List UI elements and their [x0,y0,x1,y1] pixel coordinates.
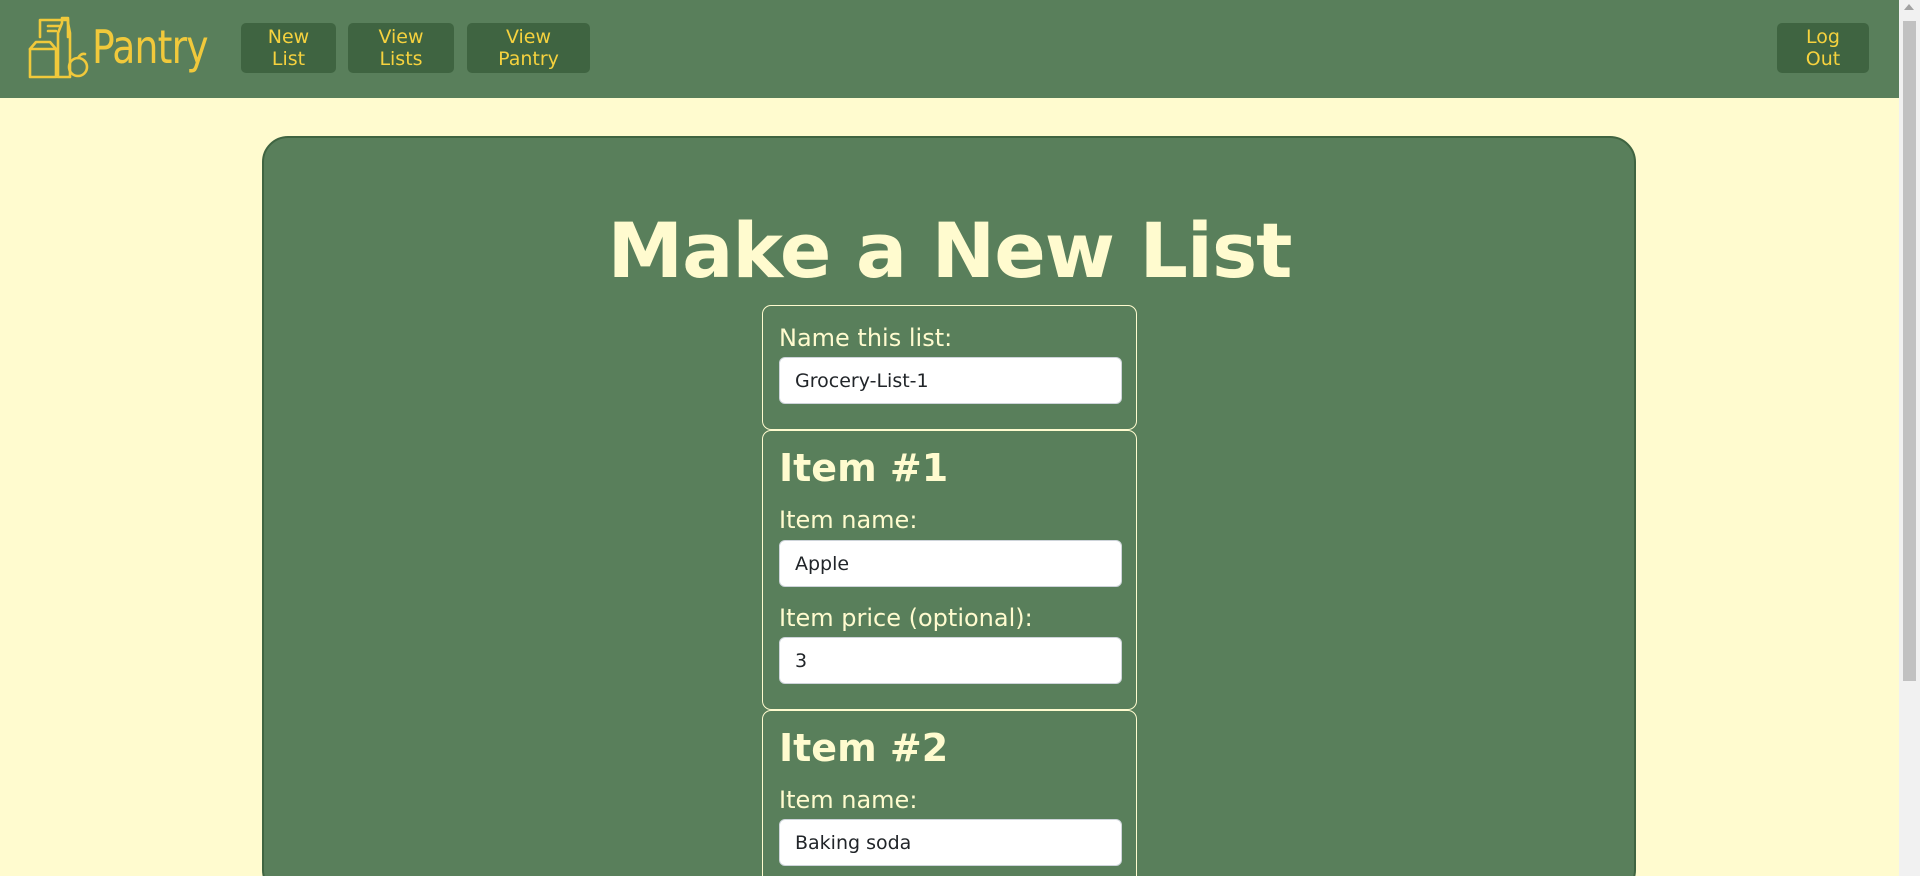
page: Pantry New List View Lists View Pantry L… [0,0,1920,876]
item-heading: Item #1 [779,446,949,490]
item-price-label: Item price (optional): [779,604,1033,632]
item-price-input[interactable] [779,637,1122,684]
top-navbar: Pantry New List View Lists View Pantry L… [0,0,1899,98]
new-list-link[interactable]: New List [241,23,336,73]
vertical-scrollbar[interactable] [1899,0,1920,876]
item-fieldset: Item #2 Item name: [762,710,1137,876]
item-heading: Item #2 [779,726,949,770]
item-name-input[interactable] [779,540,1122,587]
brand-name: Pantry [92,20,209,74]
pantry-groceries-icon [28,16,89,79]
view-pantry-link[interactable]: View Pantry [467,23,590,73]
view-lists-link[interactable]: View Lists [348,23,454,73]
item-fieldset: Item #1 Item name: Item price (optional)… [762,430,1137,710]
list-name-fieldset: Name this list: [762,305,1137,430]
scrollbar-thumb[interactable] [1903,21,1916,681]
log-out-button[interactable]: Log Out [1777,23,1869,73]
list-name-input[interactable] [779,357,1122,404]
item-name-label: Item name: [779,506,918,534]
item-name-input[interactable] [779,819,1122,866]
item-name-label: Item name: [779,786,918,814]
list-name-label: Name this list: [779,324,953,352]
page-title: Make a New List [607,206,1292,295]
brand-home-link[interactable]: Pantry [28,15,233,79]
scroll-up-arrow-icon[interactable] [1904,4,1914,10]
